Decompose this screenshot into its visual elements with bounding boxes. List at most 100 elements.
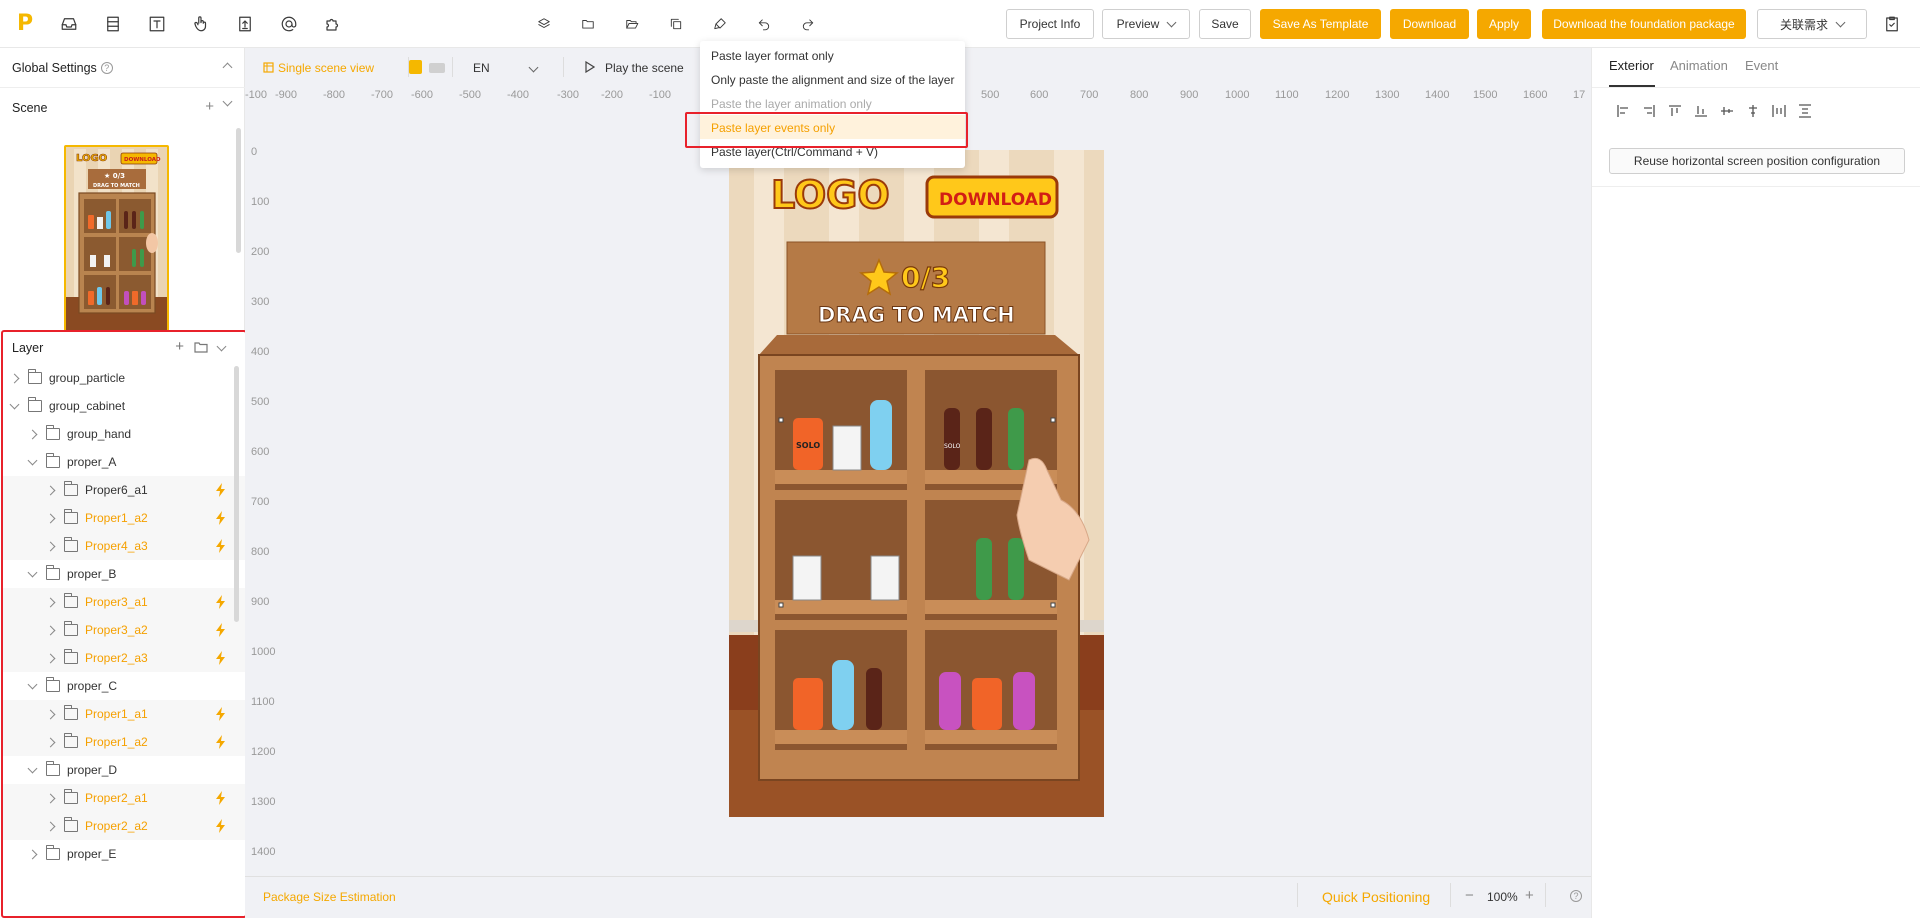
- paste-menu-item[interactable]: Only paste the alignment and size of the…: [711, 73, 954, 87]
- global-settings-header[interactable]: Global Settings ?: [0, 48, 245, 88]
- chevron-down-icon[interactable]: [27, 763, 38, 774]
- layer-row[interactable]: Proper3_a2: [3, 616, 245, 644]
- align-bottom-icon[interactable]: [1694, 104, 1710, 120]
- layer-row[interactable]: Proper1_a2: [3, 504, 245, 532]
- layers-icon[interactable]: [532, 12, 556, 36]
- quick-positioning-button[interactable]: Quick Positioning: [1322, 889, 1430, 905]
- chevron-right-icon[interactable]: [45, 485, 56, 496]
- chevron-right-icon[interactable]: [45, 793, 56, 804]
- save-as-template-button[interactable]: Save As Template: [1260, 9, 1381, 39]
- portrait-mode-toggle[interactable]: [409, 60, 422, 74]
- landscape-mode-toggle[interactable]: [429, 63, 445, 73]
- language-select[interactable]: EN: [473, 61, 490, 75]
- single-scene-view-toggle[interactable]: Single scene view: [278, 61, 374, 75]
- copy-icon[interactable]: [664, 12, 688, 36]
- save-button[interactable]: Save: [1199, 9, 1251, 39]
- undo-icon[interactable]: [752, 12, 776, 36]
- layer-row[interactable]: Proper4_a3: [3, 532, 245, 560]
- puzzle-icon[interactable]: [321, 12, 345, 36]
- help-icon[interactable]: ?: [100, 61, 113, 74]
- tab-animation[interactable]: Animation: [1670, 58, 1728, 73]
- layer-row[interactable]: Proper2_a2: [3, 812, 245, 840]
- chevron-down-icon[interactable]: [27, 679, 38, 690]
- help-icon[interactable]: ?: [1570, 890, 1582, 902]
- open-folder-icon[interactable]: [620, 12, 644, 36]
- new-folder-icon[interactable]: [194, 341, 208, 353]
- game-preview[interactable]: LOGO DOWNLOAD 0/3 DRAG TO MATCH SOLO SOL…: [729, 150, 1104, 817]
- distribute-vertical-icon[interactable]: [1798, 104, 1814, 120]
- upload-file-icon[interactable]: [233, 12, 257, 36]
- paste-menu-item[interactable]: Paste layer format only: [711, 49, 834, 63]
- layer-row[interactable]: Proper1_a2: [3, 728, 245, 756]
- package-size-link[interactable]: Package Size Estimation: [263, 890, 396, 904]
- ruler-tick-label: 700: [251, 496, 270, 508]
- play-icon[interactable]: [585, 61, 595, 73]
- align-left-icon[interactable]: [1616, 104, 1632, 120]
- chevron-down-icon[interactable]: [27, 455, 38, 466]
- apply-button[interactable]: Apply: [1477, 9, 1531, 39]
- chevron-right-icon[interactable]: [45, 653, 56, 664]
- zoom-in-button[interactable]: +: [1525, 887, 1534, 904]
- reuse-horizontal-config-button[interactable]: Reuse horizontal screen position configu…: [1609, 148, 1905, 174]
- layer-row[interactable]: proper_E: [3, 840, 245, 868]
- layer-row[interactable]: Proper2_a3: [3, 644, 245, 672]
- preview-button[interactable]: Preview: [1102, 9, 1190, 39]
- layer-row[interactable]: Proper2_a1: [3, 784, 245, 812]
- scene-scrollbar[interactable]: [236, 128, 241, 253]
- chevron-right-icon[interactable]: [27, 849, 38, 860]
- paste-format-icon[interactable]: [708, 12, 732, 36]
- add-scene-icon[interactable]: +: [205, 99, 214, 114]
- at-icon[interactable]: [277, 12, 301, 36]
- layer-row[interactable]: Proper1_a1: [3, 700, 245, 728]
- hand-pointer-icon[interactable]: [189, 12, 213, 36]
- tab-event[interactable]: Event: [1745, 58, 1778, 73]
- download-foundation-button[interactable]: Download the foundation package: [1542, 9, 1746, 39]
- align-right-icon[interactable]: [1642, 104, 1658, 120]
- chevron-right-icon[interactable]: [45, 541, 56, 552]
- divider: [1297, 883, 1298, 907]
- layout-icon[interactable]: [101, 12, 125, 36]
- scene-thumbnail[interactable]: LOGO DOWNLOAD ★ 0/3 DRAG TO MATCH: [64, 145, 169, 335]
- text-icon[interactable]: [145, 12, 169, 36]
- chevron-right-icon[interactable]: [45, 709, 56, 720]
- layer-row[interactable]: Proper3_a1: [3, 588, 245, 616]
- app-logo[interactable]: P: [17, 13, 39, 35]
- chevron-right-icon[interactable]: [45, 625, 56, 636]
- align-vertical-center-icon[interactable]: [1746, 104, 1762, 120]
- play-scene-button[interactable]: Play the scene: [605, 61, 684, 75]
- chevron-down-icon[interactable]: [222, 96, 233, 107]
- layer-row[interactable]: proper_D: [3, 756, 245, 784]
- project-info-button[interactable]: Project Info: [1006, 9, 1094, 39]
- layer-row[interactable]: group_particle: [3, 364, 245, 392]
- align-top-icon[interactable]: [1668, 104, 1684, 120]
- tab-exterior[interactable]: Exterior: [1609, 58, 1654, 73]
- download-button[interactable]: Download: [1390, 9, 1469, 39]
- add-layer-icon[interactable]: +: [175, 339, 184, 354]
- layer-row[interactable]: proper_C: [3, 672, 245, 700]
- layer-row[interactable]: group_cabinet: [3, 392, 245, 420]
- layer-row[interactable]: Proper6_a1: [3, 476, 245, 504]
- layer-row[interactable]: group_hand: [3, 420, 245, 448]
- chevron-right-icon[interactable]: [27, 429, 38, 440]
- layer-row[interactable]: proper_B: [3, 560, 245, 588]
- chevron-down-icon[interactable]: [528, 62, 539, 73]
- chevron-down-icon[interactable]: [216, 341, 227, 351]
- distribute-horizontal-icon[interactable]: [1772, 104, 1788, 120]
- chevron-right-icon[interactable]: [45, 737, 56, 748]
- layer-row[interactable]: proper_A: [3, 448, 245, 476]
- related-demand-dropdown[interactable]: 关联需求: [1757, 9, 1867, 39]
- task-check-icon[interactable]: [1880, 12, 1904, 36]
- folder-icon[interactable]: [576, 12, 600, 36]
- layer-scrollbar[interactable]: [234, 366, 239, 622]
- chevron-right-icon[interactable]: [45, 597, 56, 608]
- align-horizontal-center-icon[interactable]: [1720, 104, 1736, 120]
- chevron-down-icon[interactable]: [27, 567, 38, 578]
- chevron-right-icon[interactable]: [45, 513, 56, 524]
- collapse-icon[interactable]: [222, 62, 233, 73]
- chevron-right-icon[interactable]: [9, 373, 20, 384]
- inbox-icon[interactable]: [57, 12, 81, 36]
- redo-icon[interactable]: [796, 12, 820, 36]
- zoom-out-button[interactable]: −: [1465, 887, 1474, 904]
- chevron-down-icon[interactable]: [9, 399, 20, 410]
- chevron-right-icon[interactable]: [45, 821, 56, 832]
